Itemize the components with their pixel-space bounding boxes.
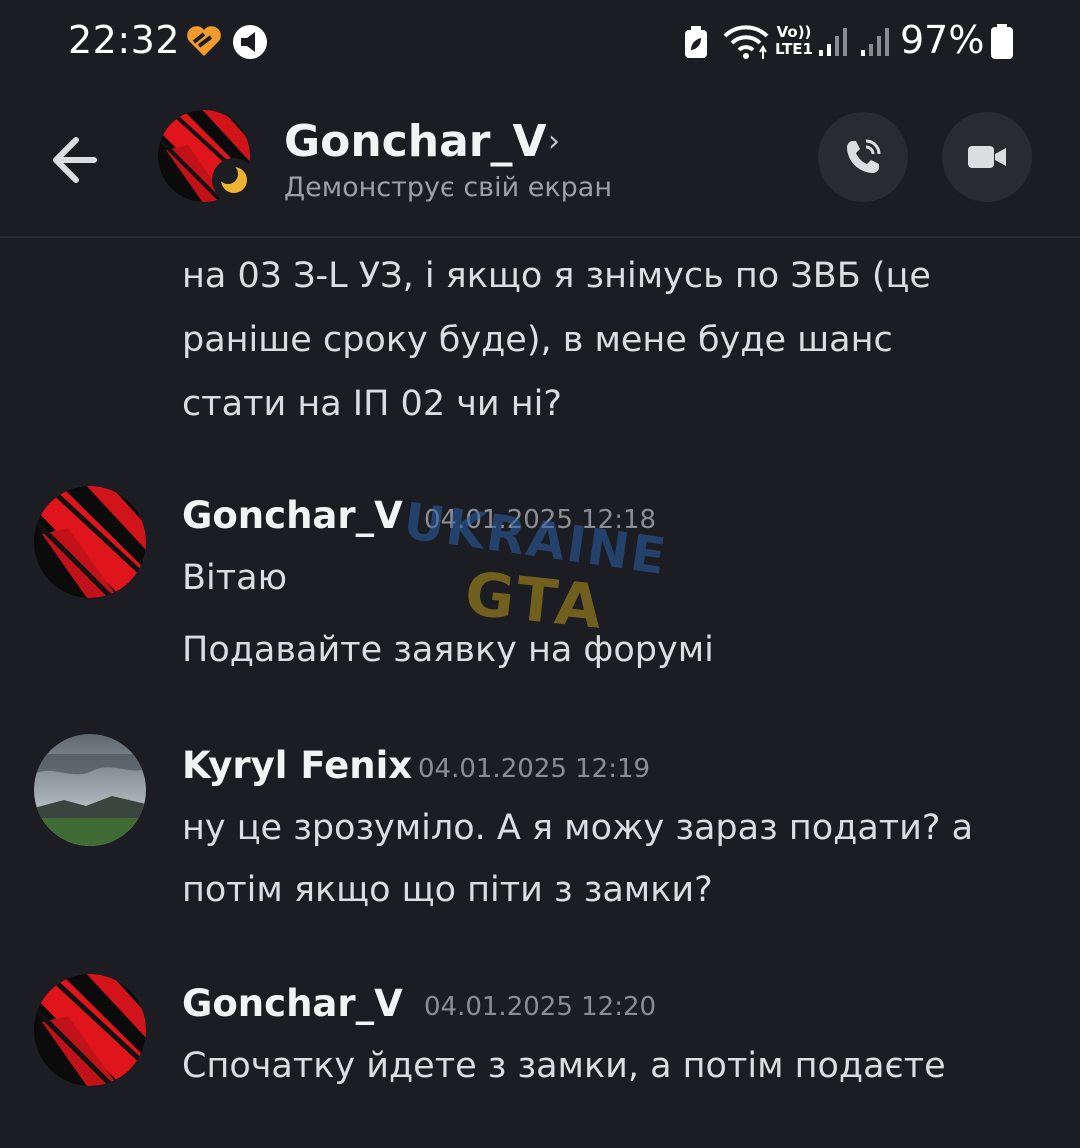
voice-call-button[interactable] bbox=[818, 112, 908, 202]
battery-saver-icon bbox=[685, 26, 707, 58]
battery-percent: 97% bbox=[900, 18, 985, 62]
avatar-image bbox=[34, 734, 146, 846]
chevron-right-icon[interactable]: › bbox=[548, 124, 560, 159]
heart-app-icon bbox=[187, 26, 221, 56]
avatar[interactable] bbox=[34, 974, 146, 1086]
wifi-icon bbox=[723, 25, 769, 59]
message-author[interactable]: Kyryl Fenix bbox=[182, 744, 412, 787]
back-button[interactable] bbox=[40, 120, 120, 200]
signal-sim2-icon bbox=[861, 28, 889, 56]
header-subtitle: Демонструє свій екран bbox=[284, 172, 612, 203]
network-label: LTE1 bbox=[775, 40, 813, 58]
status-badge bbox=[212, 158, 256, 202]
status-bar: 22:32 Vo)) LTE1 97% bbox=[0, 0, 1080, 90]
message-line: Подавайте заявку на форумі bbox=[182, 630, 714, 670]
message-line: стати на ІП 02 чи ні? bbox=[182, 384, 562, 424]
avatar-image bbox=[34, 486, 146, 598]
status-time: 22:32 bbox=[68, 18, 181, 62]
message-timestamp: 04.01.2025 12:20 bbox=[424, 992, 657, 1022]
message-author[interactable]: Gonchar_V bbox=[182, 494, 403, 537]
notification-app-icon bbox=[233, 25, 267, 59]
message-line: ну це зрозуміло. А я можу зараз подати? … bbox=[182, 808, 974, 848]
chat-screen: 22:32 Vo)) LTE1 97% Gonchar_V › Демонстр… bbox=[0, 0, 1080, 1148]
message-author[interactable]: Gonchar_V bbox=[182, 982, 403, 1025]
message-line: Спочатку йдете з замки, а потім подаєте bbox=[182, 1046, 946, 1086]
avatar[interactable] bbox=[34, 734, 146, 846]
message-line: Вітаю bbox=[182, 558, 288, 598]
video-call-button[interactable] bbox=[942, 112, 1032, 202]
message-line: потім якщо що піти з замки? bbox=[182, 870, 713, 910]
avatar[interactable] bbox=[34, 486, 146, 598]
signal-sim1-icon bbox=[819, 28, 847, 56]
header-title[interactable]: Gonchar_V bbox=[284, 116, 547, 167]
chat-header: Gonchar_V › Демонструє свій екран bbox=[0, 90, 1080, 238]
header-avatar[interactable] bbox=[158, 110, 256, 202]
phone-call-icon bbox=[847, 139, 881, 173]
moon-idle-icon bbox=[218, 164, 247, 193]
message-line: на 03 З-L УЗ, і якщо я знімусь по ЗВБ (ц… bbox=[182, 256, 931, 296]
message-timestamp: 04.01.2025 12:19 bbox=[418, 754, 651, 784]
battery-icon bbox=[991, 24, 1013, 59]
avatar-image bbox=[34, 974, 146, 1086]
arrow-left-icon bbox=[53, 137, 97, 183]
message-line: раніше сроку буде), в мене буде шанс bbox=[182, 320, 893, 360]
volte-label: Vo)) bbox=[776, 23, 812, 41]
volte-icon: Vo)) LTE1 bbox=[772, 24, 816, 58]
message-timestamp: 04.01.2025 12:18 bbox=[424, 505, 657, 535]
video-camera-icon bbox=[968, 146, 1006, 168]
